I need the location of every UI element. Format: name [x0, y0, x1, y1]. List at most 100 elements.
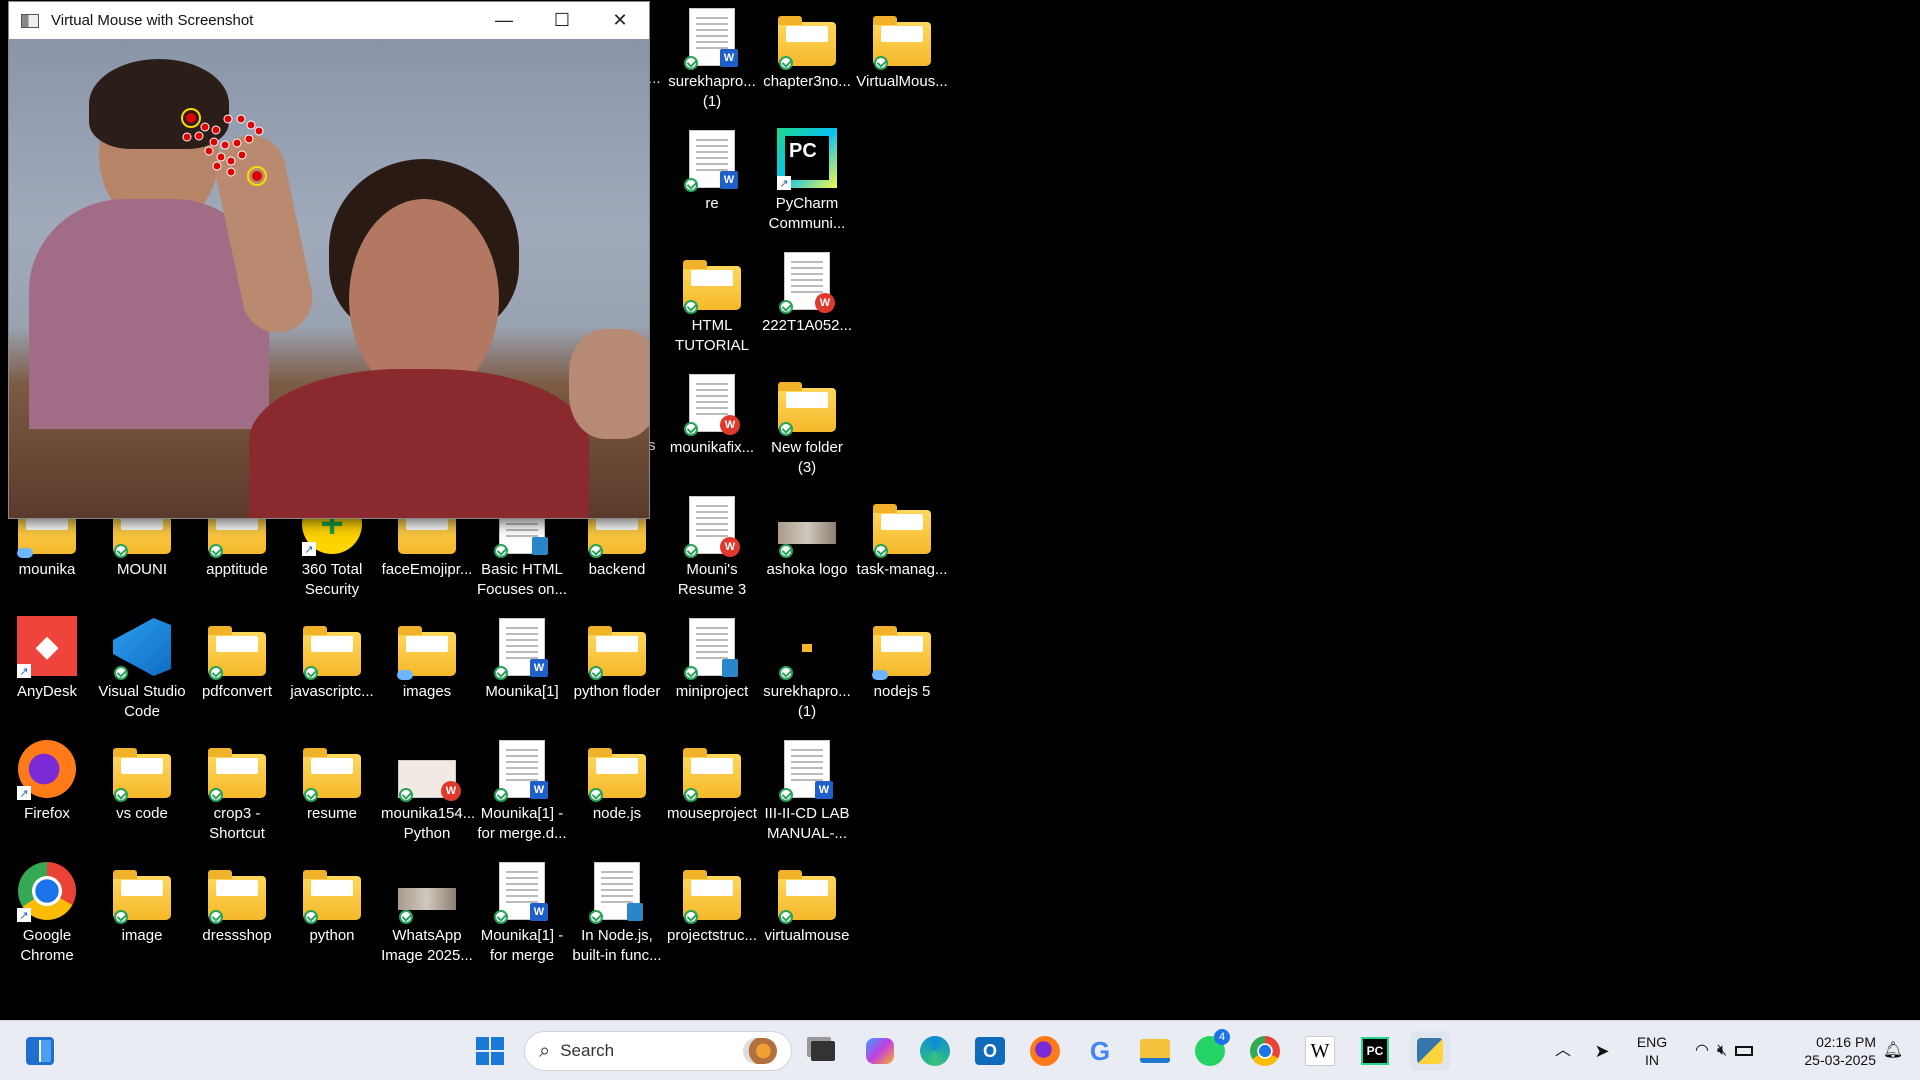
desktop-icon[interactable]: nodejs 5	[856, 616, 948, 702]
hand-landmark-point	[226, 156, 236, 166]
desktop-icon[interactable]: surekhapro... (1)	[761, 616, 853, 722]
taskbar-search-box[interactable]: ⌕ Search	[524, 1031, 792, 1071]
desktop-icon-label: crop3 - Shortcut	[209, 805, 265, 842]
notifications-button[interactable]: 🔔︎	[1878, 1021, 1908, 1080]
desktop-icon[interactable]: ↗ Firefox	[1, 738, 93, 824]
copilot-icon	[866, 1038, 894, 1064]
widgets-button[interactable]	[20, 1031, 60, 1071]
desktop-icon[interactable]: WhatsApp Image 2025...	[381, 860, 473, 966]
desktop-icon[interactable]: pdfconvert	[191, 616, 283, 702]
cloud-icon	[872, 670, 888, 680]
desktop-icon[interactable]: virtualmouse	[761, 860, 853, 946]
hand-landmark-point	[232, 138, 242, 148]
quick-settings-button[interactable]: ◠ 🔇︎	[1684, 1021, 1764, 1080]
desktop-icon[interactable]: mouseproject	[666, 738, 758, 824]
desktop-icon[interactable]: dressshop	[191, 860, 283, 946]
hand-landmark-point	[212, 161, 222, 171]
google-button[interactable]: G	[1080, 1031, 1120, 1071]
desktop-icon[interactable]: W Mounika[1]	[476, 616, 568, 702]
desktop-icon-label: chapter3no...	[763, 73, 851, 90]
desktop-icon[interactable]: javascriptc...	[286, 616, 378, 702]
folder-icon	[112, 738, 172, 802]
desktop-icon[interactable]: W III-II-CD LAB MANUAL-...	[761, 738, 853, 844]
pycharm-icon: PC	[1361, 1037, 1389, 1065]
desktop-icon[interactable]: miniproject	[666, 616, 758, 702]
desktop-icon[interactable]: images	[381, 616, 473, 702]
desktop-icon[interactable]: Visual Studio Code	[96, 616, 188, 722]
desktop-icon-label: mounika154... Python	[381, 805, 476, 842]
firefox-icon	[1030, 1036, 1060, 1066]
desktop-icon[interactable]: task-manag...	[856, 494, 948, 580]
desktop-icon[interactable]: W 222T1A052...	[761, 250, 853, 336]
desktop-icon[interactable]: image	[96, 860, 188, 946]
copilot-button[interactable]	[860, 1031, 900, 1071]
doc-w-icon: W	[492, 616, 552, 680]
desktop-icon-label: Mouni's Resume 3	[677, 561, 747, 598]
sync-check-icon	[684, 666, 698, 680]
desktop-icon[interactable]: VirtualMous...	[856, 6, 948, 92]
desktop-icon[interactable]: python	[286, 860, 378, 946]
anydesk-icon: ◆ ↗	[17, 616, 77, 678]
desktop-icon-label: image	[121, 927, 163, 944]
desktop-icon[interactable]: vs code	[96, 738, 188, 824]
folder-icon	[682, 250, 742, 314]
desktop-icon[interactable]: node.js	[571, 738, 663, 824]
maximize-button[interactable]: ☐	[533, 2, 591, 39]
hand-landmark-point	[246, 120, 256, 130]
close-button[interactable]: ✕	[591, 2, 649, 39]
whatsapp-button[interactable]: 4	[1190, 1029, 1230, 1071]
folder-icon	[587, 616, 647, 680]
desktop-icon[interactable]: Wsurekhapro... (1)	[666, 6, 758, 112]
desktop-icon[interactable]: W Mounika[1] - for merge.d...	[476, 738, 568, 844]
desktop-icon-label: miniproject	[675, 683, 749, 700]
location-button[interactable]: ➤	[1588, 1021, 1616, 1080]
chrome-button[interactable]	[1245, 1031, 1285, 1071]
desktop-icon[interactable]: W Mouni's Resume 3	[666, 494, 758, 600]
show-hidden-icons-button[interactable]: ︿	[1550, 1021, 1576, 1080]
desktop-icon[interactable]: W Mounika[1] - for merge	[476, 860, 568, 966]
edge-button[interactable]	[915, 1031, 955, 1071]
desktop-icon[interactable]: Wre	[666, 128, 758, 214]
sync-check-icon	[209, 910, 223, 924]
desktop-icon[interactable]: New folder (3)	[761, 372, 853, 478]
task-view-button[interactable]	[803, 1031, 843, 1071]
clock[interactable]: 02:16 PM 25-03-2025	[1776, 1021, 1876, 1080]
window-titlebar[interactable]: Virtual Mouse with Screenshot — ☐ ✕	[9, 2, 649, 39]
wikipedia-button[interactable]: W	[1300, 1031, 1340, 1071]
desktop-icon-label: mounikafix...	[669, 439, 755, 456]
desktop-icon[interactable]: ashoka logo	[761, 494, 853, 580]
sync-check-icon	[684, 300, 698, 314]
desktop-icon[interactable]: projectstruc...	[666, 860, 758, 946]
minimize-button[interactable]: —	[475, 2, 533, 39]
desktop-icon[interactable]: PC ↗ PyCharm Communi...	[761, 128, 853, 234]
desktop-icon[interactable]: Wmounikafix...	[666, 372, 758, 458]
desktop-icon[interactable]: Wmounika154... Python	[381, 738, 476, 844]
desktop-icon[interactable]: python floder	[571, 616, 663, 702]
pycharm-button[interactable]: PC	[1355, 1031, 1395, 1071]
python-button[interactable]	[1410, 1031, 1450, 1071]
desktop-icon[interactable]: ↗ Google Chrome	[1, 860, 93, 966]
volume-muted-icon: 🔇︎	[1716, 1042, 1728, 1059]
sync-check-icon	[779, 910, 793, 924]
folder-icon	[777, 6, 837, 70]
sync-check-icon	[304, 910, 318, 924]
start-button[interactable]	[470, 1031, 510, 1071]
outlook-button[interactable]: O	[970, 1031, 1010, 1071]
desktop-icon[interactable]: ◆ ↗ AnyDesk	[1, 616, 93, 702]
firefox-button[interactable]	[1025, 1031, 1065, 1071]
language-indicator[interactable]: ENG IN	[1632, 1021, 1672, 1080]
sync-check-icon	[684, 422, 698, 436]
firefox-icon: ↗	[17, 738, 77, 800]
desktop-icon-label: PyCharm Communi...	[768, 195, 846, 232]
desktop-icon[interactable]: HTML TUTORIAL	[666, 250, 758, 356]
desktop-icon[interactable]: In Node.js, built-in func...	[571, 860, 663, 966]
desktop-icon-label: javascriptc...	[290, 683, 374, 700]
desktop-icon[interactable]: resume	[286, 738, 378, 824]
desktop-icon-label: Mounika[1] - for merge.d...	[477, 805, 567, 842]
desktop-icon-label: HTML TUTORIAL	[675, 317, 749, 354]
virtual-mouse-window[interactable]: Virtual Mouse with Screenshot — ☐ ✕	[8, 1, 650, 519]
region-text: IN	[1645, 1052, 1659, 1068]
desktop-icon[interactable]: chapter3no...	[761, 6, 853, 92]
desktop-icon[interactable]: crop3 - Shortcut	[191, 738, 283, 844]
file-explorer-button[interactable]	[1135, 1031, 1175, 1071]
